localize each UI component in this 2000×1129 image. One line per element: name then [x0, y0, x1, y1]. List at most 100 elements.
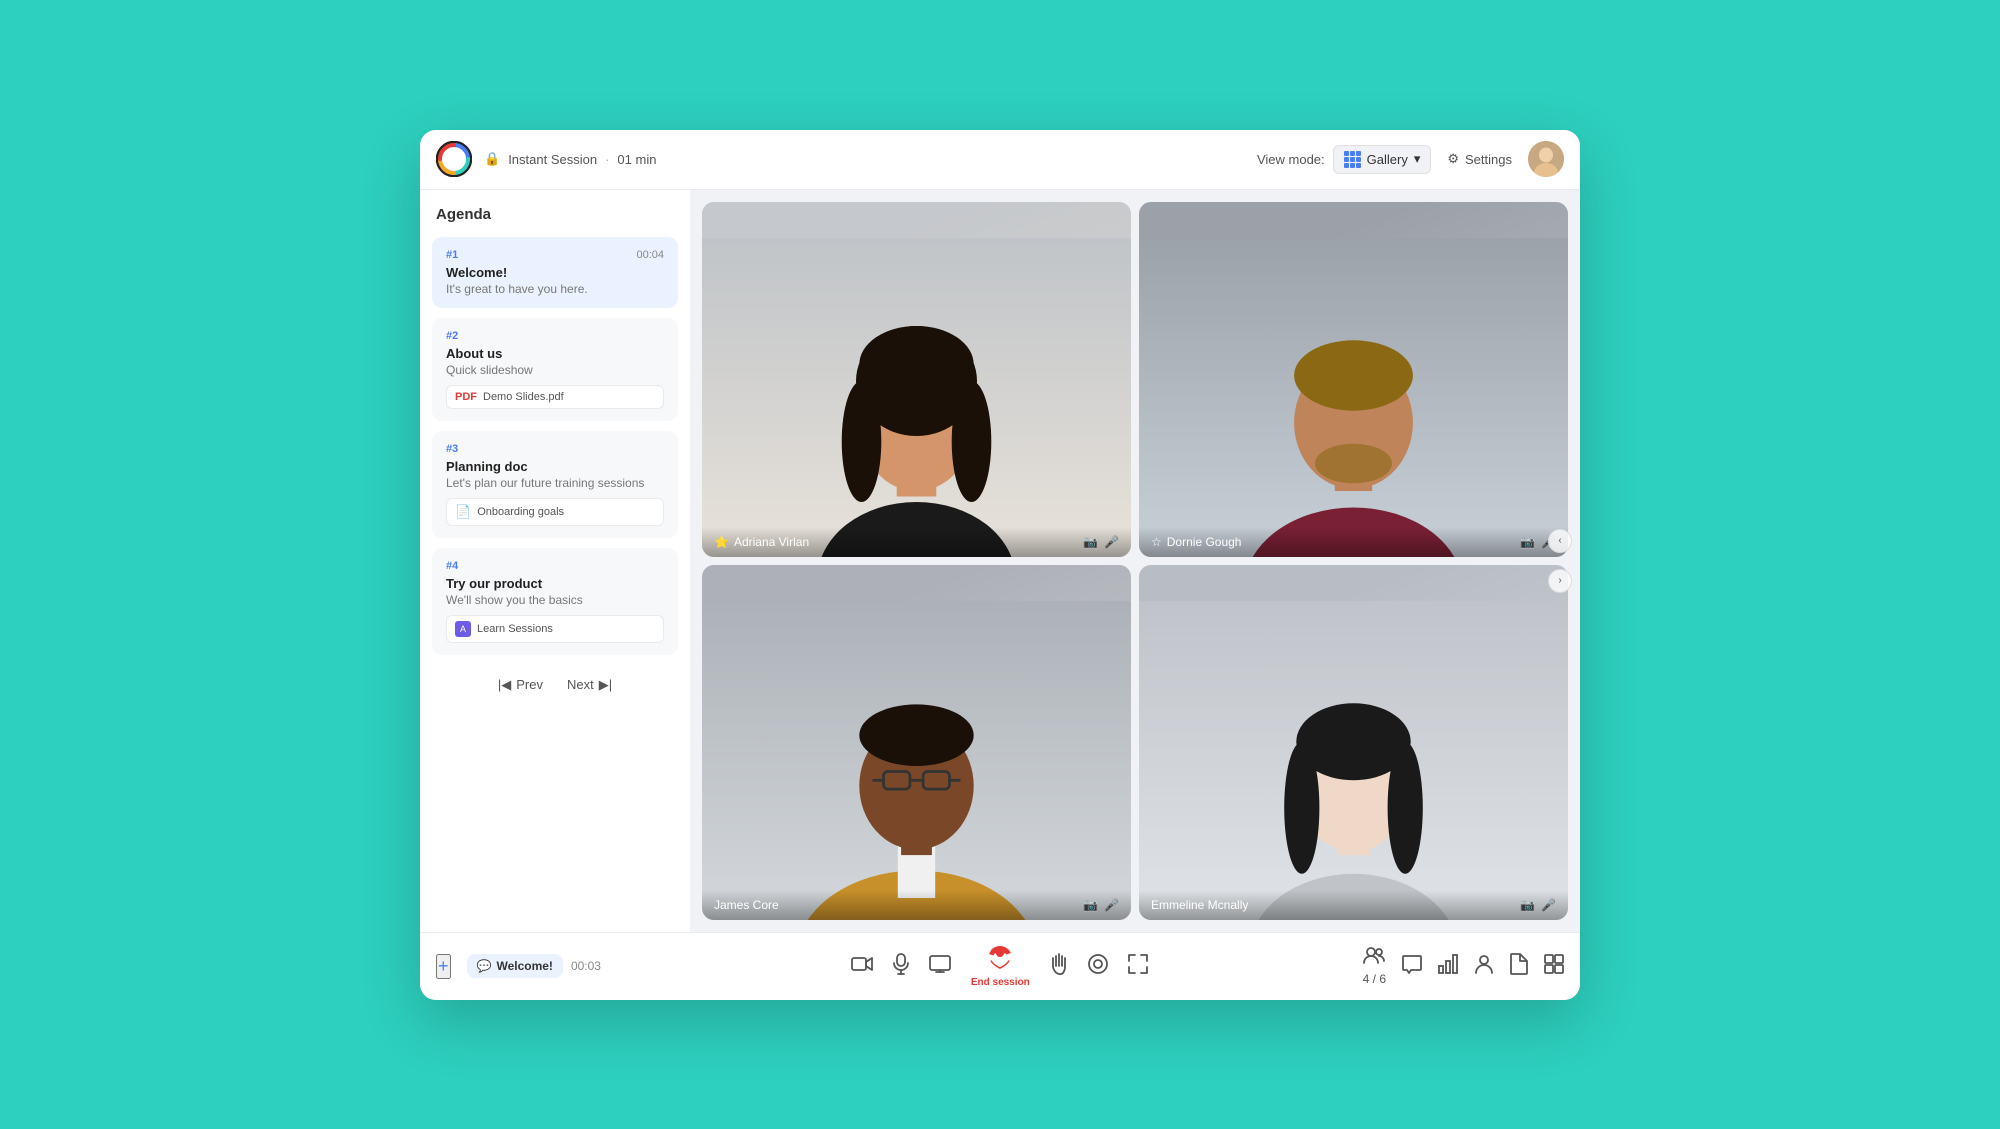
end-session-button[interactable]: End session	[971, 945, 1030, 988]
agenda-item-4-header: #4	[446, 560, 664, 572]
chat-bubble-icon: 💬	[477, 959, 492, 973]
main-content: Agenda #1 00:04 Welcome! It's great to h…	[420, 190, 1580, 932]
next-button[interactable]: Next ▶|	[567, 677, 612, 693]
participant-video-2	[1139, 202, 1568, 557]
agenda-item-3-num: #3	[446, 443, 458, 455]
settings-gear-icon: ⚙	[1447, 151, 1459, 167]
fullscreen-button[interactable]	[1128, 954, 1148, 979]
current-session-badge: 💬 Welcome!	[467, 954, 563, 978]
prev-button[interactable]: |◀ Prev	[498, 677, 543, 693]
agenda-item-3-attachment[interactable]: 📄 Onboarding goals	[446, 498, 664, 526]
add-button[interactable]: +	[436, 954, 451, 979]
video-grid: ⭐ Adriana Virlan 📷 🎤	[702, 202, 1568, 920]
people-icon	[1474, 954, 1494, 979]
session-elapsed-time: 00:03	[571, 959, 601, 973]
sidebar: Agenda #1 00:04 Welcome! It's great to h…	[420, 190, 690, 932]
video-cam-icon-1: 📷	[1083, 535, 1098, 549]
prev-icon: |◀	[498, 677, 511, 693]
raise-hand-button[interactable]	[1050, 953, 1068, 980]
video-cam-ctrl-icon	[851, 955, 873, 978]
agenda-item-2-attachment[interactable]: PDF Demo Slides.pdf	[446, 385, 664, 409]
agenda-item-3-header: #3	[446, 443, 664, 455]
agenda-item-3-desc: Let's plan our future training sessions	[446, 476, 664, 490]
video-cell-4: Emmeline Mcnally 📷 🎤	[1139, 565, 1568, 920]
agenda-item-2-title: About us	[446, 346, 664, 361]
agenda-item-1-num: #1	[446, 249, 458, 261]
files-button[interactable]	[1510, 953, 1528, 980]
participants-icon	[1363, 946, 1385, 969]
agenda-item-2[interactable]: #2 About us Quick slideshow PDF Demo Sli…	[432, 318, 678, 421]
polls-button[interactable]	[1438, 954, 1458, 979]
participants-count: 4 / 6	[1363, 972, 1386, 986]
gallery-button[interactable]: Gallery ▾	[1333, 145, 1432, 174]
star-outline-icon-2: ☆	[1151, 535, 1162, 549]
agenda-item-1[interactable]: #1 00:04 Welcome! It's great to have you…	[432, 237, 678, 308]
agenda-title: Agenda	[432, 206, 678, 227]
agenda-item-2-attachment-name: Demo Slides.pdf	[483, 391, 564, 403]
agenda-item-2-header: #2	[446, 330, 664, 342]
doc-icon: 📄	[455, 504, 471, 520]
agenda-item-4-title: Try our product	[446, 576, 664, 591]
agenda-item-4-attachment-name: Learn Sessions	[477, 623, 553, 635]
agenda-nav: |◀ Prev Next ▶|	[432, 665, 678, 697]
bottom-controls: End session	[851, 945, 1148, 988]
raise-hand-icon	[1050, 953, 1068, 980]
record-button[interactable]	[1088, 954, 1108, 979]
slide-prev-arrow[interactable]: ‹	[1548, 529, 1572, 553]
end-session-phone-icon	[988, 945, 1012, 974]
slide-next-arrow[interactable]: ›	[1548, 569, 1572, 593]
participants-button[interactable]: 4 / 6	[1363, 946, 1386, 986]
agenda-item-4-attachment[interactable]: A Learn Sessions	[446, 615, 664, 643]
screen-share-button[interactable]	[929, 955, 951, 978]
files-icon	[1510, 953, 1528, 980]
mic-toggle-button[interactable]	[893, 953, 909, 980]
session-separator: ·	[605, 152, 609, 167]
participant-name-1: ⭐ Adriana Virlan	[714, 535, 809, 549]
app-logo	[436, 141, 472, 177]
video-cam-icon-4: 📷	[1520, 898, 1535, 912]
video-mic-icon-4: 🎤	[1541, 898, 1556, 912]
gallery-grid-icon	[1344, 151, 1361, 168]
more-button[interactable]	[1544, 954, 1564, 979]
view-mode-label: View mode:	[1257, 152, 1325, 167]
fullscreen-icon	[1128, 954, 1148, 979]
video-name-bar-4: Emmeline Mcnally 📷 🎤	[1139, 890, 1568, 920]
next-icon: ▶|	[599, 677, 612, 693]
agenda-item-4[interactable]: #4 Try our product We'll show you the ba…	[432, 548, 678, 655]
mic-ctrl-icon	[893, 953, 909, 980]
polls-icon	[1438, 954, 1458, 979]
pdf-icon: PDF	[455, 391, 477, 403]
agenda-item-4-num: #4	[446, 560, 458, 572]
more-icon	[1544, 954, 1564, 979]
people-button[interactable]	[1474, 954, 1494, 979]
participant-video-3	[702, 565, 1131, 920]
chat-icon	[1402, 954, 1422, 979]
current-session-label: Welcome!	[496, 959, 552, 973]
agenda-item-3-attachment-name: Onboarding goals	[477, 506, 564, 518]
agenda-item-3[interactable]: #3 Planning doc Let's plan our future tr…	[432, 431, 678, 538]
user-avatar[interactable]	[1528, 141, 1564, 177]
bottom-right-controls: 4 / 6	[1363, 946, 1564, 986]
slide-nav-arrows: ‹ ›	[1548, 529, 1572, 593]
chat-button[interactable]	[1402, 954, 1422, 979]
agenda-item-4-desc: We'll show you the basics	[446, 593, 664, 607]
participant-video-4	[1139, 565, 1568, 920]
participant-name-3: James Core	[714, 898, 779, 912]
session-title: Instant Session	[508, 152, 597, 167]
gallery-label: Gallery	[1367, 152, 1408, 167]
video-controls-1: 📷 🎤	[1083, 535, 1119, 549]
screen-share-icon	[929, 955, 951, 978]
record-icon	[1088, 954, 1108, 979]
bottom-session-info: + 💬 Welcome! 00:03	[436, 954, 636, 979]
video-mic-icon-3: 🎤	[1104, 898, 1119, 912]
bottom-bar: + 💬 Welcome! 00:03	[420, 932, 1580, 1000]
agenda-item-1-title: Welcome!	[446, 265, 664, 280]
learn-icon: A	[455, 621, 471, 637]
agenda-item-1-timer: 00:04	[636, 249, 664, 261]
video-toggle-button[interactable]	[851, 955, 873, 978]
view-mode-area: View mode: Gallery ▾ ⚙ Settings	[1257, 141, 1564, 177]
agenda-item-1-header: #1 00:04	[446, 249, 664, 261]
next-label: Next	[567, 677, 594, 692]
video-controls-3: 📷 🎤	[1083, 898, 1119, 912]
settings-button[interactable]: ⚙ Settings	[1439, 146, 1520, 172]
